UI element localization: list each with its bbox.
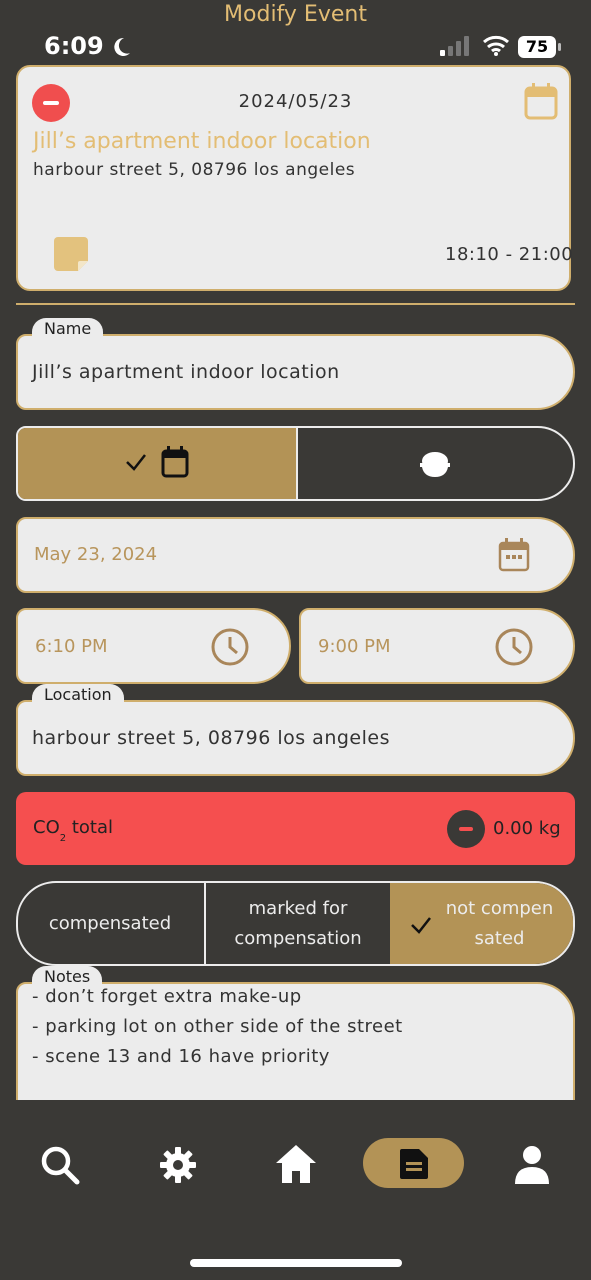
- calendar-icon: [161, 446, 189, 478]
- option-not-compensated[interactable]: not compen sated: [390, 883, 573, 964]
- toggle-divider: [296, 428, 298, 499]
- event-address: harbour street 5, 08796 los angeles: [33, 160, 356, 180]
- sticky-note-icon[interactable]: [54, 237, 88, 271]
- start-time-value[interactable]: 6:10 PM: [35, 636, 108, 657]
- co2-remove-button[interactable]: [447, 810, 485, 848]
- note-line[interactable]: - don’t forget extra make-up: [32, 986, 302, 1007]
- home-indicator: [190, 1259, 402, 1267]
- option-compensated[interactable]: compensated: [18, 883, 202, 964]
- date-value[interactable]: May 23, 2024: [34, 544, 157, 565]
- end-time-value[interactable]: 9:00 PM: [318, 636, 391, 657]
- co2-label: CO2 total: [33, 817, 114, 844]
- co2-value: 0.00 kg: [493, 818, 561, 839]
- check-icon: [411, 917, 431, 934]
- clock-icon[interactable]: [494, 627, 534, 667]
- document-icon[interactable]: [399, 1148, 429, 1180]
- search-icon[interactable]: [40, 1145, 80, 1185]
- event-title: Jill’s apartment indoor location: [33, 129, 371, 154]
- clock-icon[interactable]: [210, 627, 250, 667]
- compensation-selector: compensated marked for compensation not c…: [16, 881, 575, 966]
- name-label: Name: [32, 318, 104, 342]
- bottom-navigation: [0, 1100, 591, 1280]
- home-icon[interactable]: [274, 1143, 318, 1185]
- event-time-range: 18:10 - 21:00: [445, 244, 574, 265]
- moon-icon: [114, 37, 130, 56]
- gear-icon[interactable]: [158, 1145, 198, 1185]
- calendar-icon[interactable]: [498, 538, 530, 572]
- location-value[interactable]: harbour street 5, 08796 los angeles: [32, 727, 390, 749]
- divider: [16, 303, 575, 305]
- battery-level: 75: [518, 36, 556, 58]
- food-bowl-icon[interactable]: [418, 450, 452, 478]
- status-time: 6:09: [44, 32, 104, 60]
- calendar-icon[interactable]: [524, 82, 558, 120]
- name-value[interactable]: Jill’s apartment indoor location: [32, 361, 340, 383]
- user-icon[interactable]: [512, 1144, 552, 1184]
- location-label: Location: [32, 684, 124, 708]
- option-marked-for-compensation[interactable]: marked for compensation: [204, 883, 392, 964]
- signal-icon: [440, 36, 469, 56]
- battery-indicator: 75: [518, 36, 562, 58]
- wifi-icon: [483, 35, 509, 56]
- event-type-toggle: [16, 426, 575, 501]
- note-line[interactable]: - scene 13 and 16 have priority: [32, 1046, 330, 1067]
- note-line[interactable]: - parking lot on other side of the stree…: [32, 1016, 403, 1037]
- page-title: Modify Event: [224, 2, 367, 27]
- event-date: 2024/05/23: [238, 91, 353, 112]
- toggle-calendar-option[interactable]: [18, 428, 296, 499]
- check-icon: [126, 454, 146, 471]
